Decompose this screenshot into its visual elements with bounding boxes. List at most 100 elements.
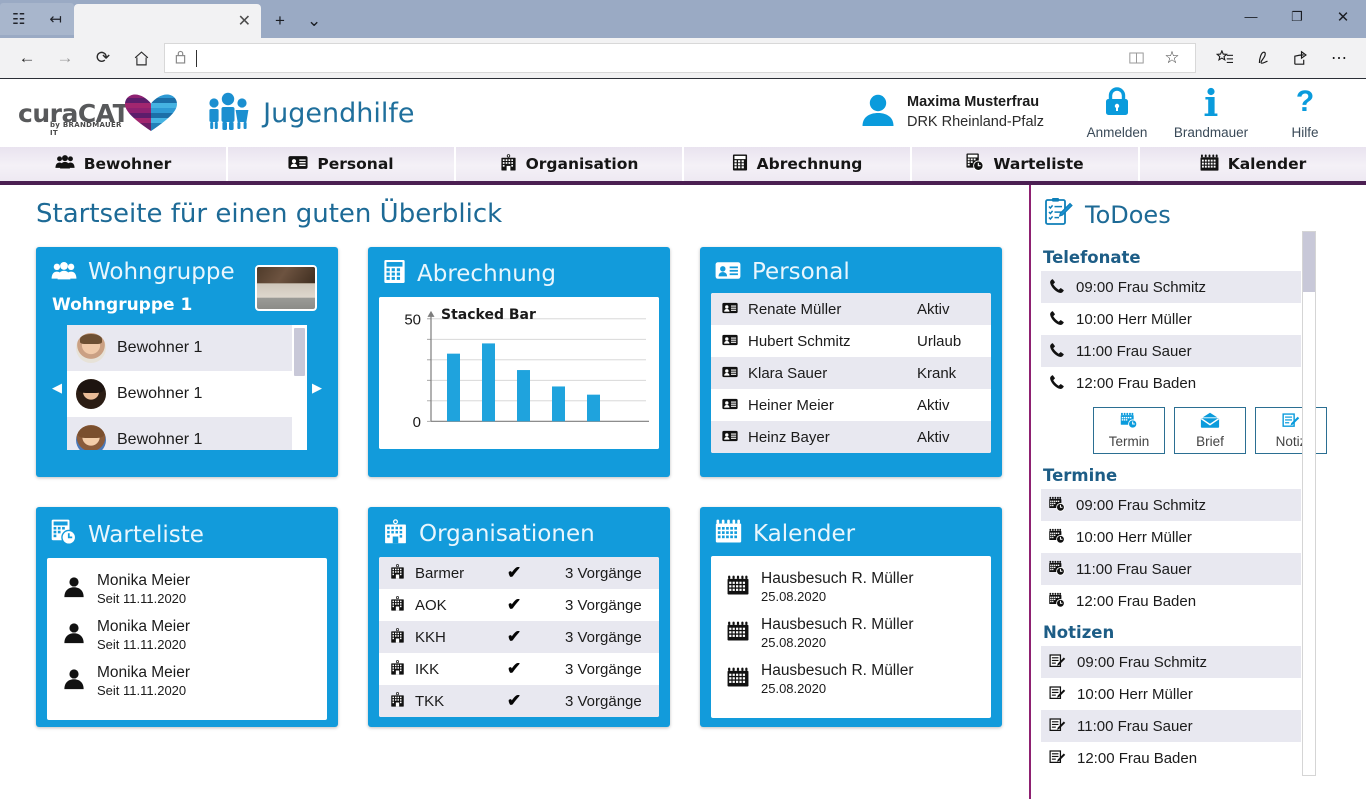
organisation-name: Barmer: [415, 564, 465, 582]
minimize-button[interactable]: —: [1228, 0, 1274, 33]
header-action-brandmauer[interactable]: Brandmauer: [1164, 87, 1258, 140]
organisation-name: TKK: [415, 692, 445, 710]
list-item[interactable]: 09:00 Frau Schmitz: [1041, 271, 1301, 303]
nav-tab-bewohner[interactable]: Bewohner: [0, 147, 228, 181]
list-item[interactable]: 10:00 Herr Müller: [1041, 678, 1301, 710]
table-row[interactable]: Heiner Meier Aktiv: [711, 389, 991, 421]
table-row[interactable]: TKK ✔ 3 Vorgänge: [379, 685, 659, 717]
list-item[interactable]: 12:00 Frau Baden: [1041, 585, 1301, 617]
list-item[interactable]: Bewohner 1: [67, 417, 292, 450]
table-row[interactable]: Heinz Bayer Aktiv: [711, 421, 991, 453]
action-button-brief[interactable]: Brief: [1174, 407, 1246, 454]
list-item[interactable]: Hausbesuch R. Müller 25.08.2020: [711, 656, 991, 702]
status-badge: Krank: [917, 364, 957, 382]
list-item[interactable]: 11:00 Frau Sauer: [1041, 553, 1301, 585]
list-item[interactable]: 11:00 Frau Sauer: [1041, 710, 1301, 742]
phone-icon: [1049, 278, 1065, 297]
list-item[interactable]: Bewohner 1: [67, 371, 292, 417]
window-close-button[interactable]: ✕: [1320, 0, 1366, 33]
favorite-star-icon[interactable]: ☆: [1155, 44, 1189, 72]
new-tab-button[interactable]: +: [275, 11, 285, 31]
card-title: Warteliste: [88, 521, 204, 548]
card-abrechnung[interactable]: Abrechnung Stacked Bar 50 0: [368, 247, 670, 477]
list-item[interactable]: 09:00 Frau Schmitz: [1041, 646, 1301, 678]
list-item[interactable]: 11:00 Frau Sauer: [1041, 335, 1301, 367]
card-body: Renate Müller Aktiv Hubert Schmitz Urlaub Kl…: [711, 293, 991, 453]
table-row[interactable]: IKK ✔ 3 Vorgänge: [379, 653, 659, 685]
browser-tab[interactable]: ✕: [74, 4, 261, 38]
back-icon[interactable]: ←: [8, 41, 46, 75]
organisation-count: 3 Vorgänge: [565, 692, 642, 710]
lock-icon: [1103, 86, 1131, 122]
carousel-next-icon[interactable]: ▶: [307, 380, 327, 396]
table-row[interactable]: KKH ✔ 3 Vorgänge: [379, 621, 659, 653]
table-row[interactable]: Renate Müller Aktiv: [711, 293, 991, 325]
list-item[interactable]: Monika Meier Seit 11.11.2020: [47, 658, 327, 704]
nav-tab-organisation[interactable]: Organisation: [456, 147, 684, 181]
favorites-hub-icon[interactable]: [1206, 42, 1244, 74]
list-item[interactable]: 12:00 Frau Baden: [1041, 367, 1301, 399]
nav-tab-abrechnung[interactable]: Abrechnung: [684, 147, 912, 181]
id-card-icon: [722, 333, 738, 349]
sidebar-scrollbar[interactable]: [1302, 231, 1316, 776]
action-button-notiz[interactable]: Notiz: [1255, 407, 1327, 454]
list-item[interactable]: Hausbesuch R. Müller 25.08.2020: [711, 610, 991, 656]
nav-tab-personal[interactable]: Personal: [228, 147, 456, 181]
nav-tab-warteliste[interactable]: Warteliste: [912, 147, 1140, 181]
header-action-anmelden[interactable]: Anmelden: [1070, 86, 1164, 140]
list-item[interactable]: Monika Meier Seit 11.11.2020: [47, 566, 327, 612]
table-row[interactable]: Hubert Schmitz Urlaub: [711, 325, 991, 357]
table-row[interactable]: Barmer ✔ 3 Vorgänge: [379, 557, 659, 589]
tab-close-icon[interactable]: ✕: [238, 11, 251, 31]
table-row[interactable]: AOK ✔ 3 Vorgänge: [379, 589, 659, 621]
resident-list: Bewohner 1 Bewohner 1 Bewohner 1: [67, 325, 307, 450]
card-personal[interactable]: Personal Renate Müller Aktiv Hubert Schmit…: [700, 247, 1002, 477]
user-names: Maxima Musterfrau DRK Rheinland-Pfalz: [907, 93, 1044, 132]
app-title-block: Jugendhilfe: [205, 91, 414, 136]
todo-sidebar: ToDoes Telefonate 09:00 Frau Schmitz 10:00…: [1029, 185, 1366, 799]
event-date: 25.08.2020: [761, 634, 827, 650]
maximize-button[interactable]: ❐: [1274, 0, 1320, 33]
carousel-prev-icon[interactable]: ◀: [47, 380, 67, 396]
more-options-icon[interactable]: ⋯: [1320, 42, 1358, 74]
forward-icon[interactable]: →: [46, 41, 84, 75]
list-item[interactable]: 12:00 Frau Baden: [1041, 742, 1301, 774]
window-controls: — ❐ ✕: [1228, 0, 1366, 33]
person-name: Heiner Meier: [748, 396, 834, 414]
card-wohngruppe[interactable]: Wohngruppe Wohngruppe 1 ◀ Bewohner 1 Bew…: [36, 247, 338, 477]
hospital-building-icon: [383, 519, 408, 549]
card-organisationen[interactable]: Organisationen Barmer ✔ 3 Vorgänge AOK ✔ 3 Vo…: [368, 507, 670, 727]
reading-view-icon[interactable]: [1119, 44, 1153, 72]
chevron-down-icon[interactable]: ⌄: [307, 11, 321, 31]
tab-list-icon[interactable]: ☷: [12, 12, 25, 27]
card-warteliste[interactable]: Warteliste Monika Meier Seit 11.11.2020 Mo…: [36, 507, 338, 727]
calendar-clock-icon: [1049, 560, 1065, 579]
curacat-logo[interactable]: curaCAT by BRANDMAUER IT: [18, 93, 179, 137]
table-row[interactable]: Klara Sauer Krank: [711, 357, 991, 389]
envelope-icon: [1200, 412, 1220, 433]
list-item[interactable]: Monika Meier Seit 11.11.2020: [47, 612, 327, 658]
list-item[interactable]: 09:00 Frau Schmitz: [1041, 489, 1301, 521]
home-icon[interactable]: [122, 41, 160, 75]
list-item[interactable]: Hausbesuch R. Müller 25.08.2020: [711, 564, 991, 610]
set-tabs-aside-icon[interactable]: ↤: [49, 12, 62, 27]
share-icon[interactable]: [1282, 42, 1320, 74]
address-bar[interactable]: ☆: [164, 43, 1196, 73]
status-badge: Aktiv: [917, 396, 950, 414]
avatar: [76, 425, 106, 450]
web-notes-pen-icon[interactable]: [1244, 42, 1282, 74]
card-kalender[interactable]: Kalender Hausbesuch R. Müller 25.08.2020 H…: [700, 507, 1002, 727]
nav-tab-label: Bewohner: [83, 155, 172, 173]
svg-text:0: 0: [413, 415, 421, 431]
header-action-hilfe[interactable]: ? Hilfe: [1258, 85, 1352, 140]
action-button-termin[interactable]: Termin: [1093, 407, 1165, 454]
list-item[interactable]: Bewohner 1: [67, 325, 292, 371]
list-item[interactable]: 10:00 Herr Müller: [1041, 521, 1301, 553]
refresh-icon[interactable]: ⟳: [84, 41, 122, 75]
user-block[interactable]: Maxima Musterfrau DRK Rheinland-Pfalz: [859, 93, 1044, 133]
resident-list-scrollbar[interactable]: [292, 325, 307, 450]
list-item[interactable]: 10:00 Herr Müller: [1041, 303, 1301, 335]
avatar-icon: [859, 93, 897, 133]
tab-actions-group[interactable]: ☷ ↤: [0, 3, 74, 35]
nav-tab-kalender[interactable]: Kalender: [1140, 147, 1366, 181]
